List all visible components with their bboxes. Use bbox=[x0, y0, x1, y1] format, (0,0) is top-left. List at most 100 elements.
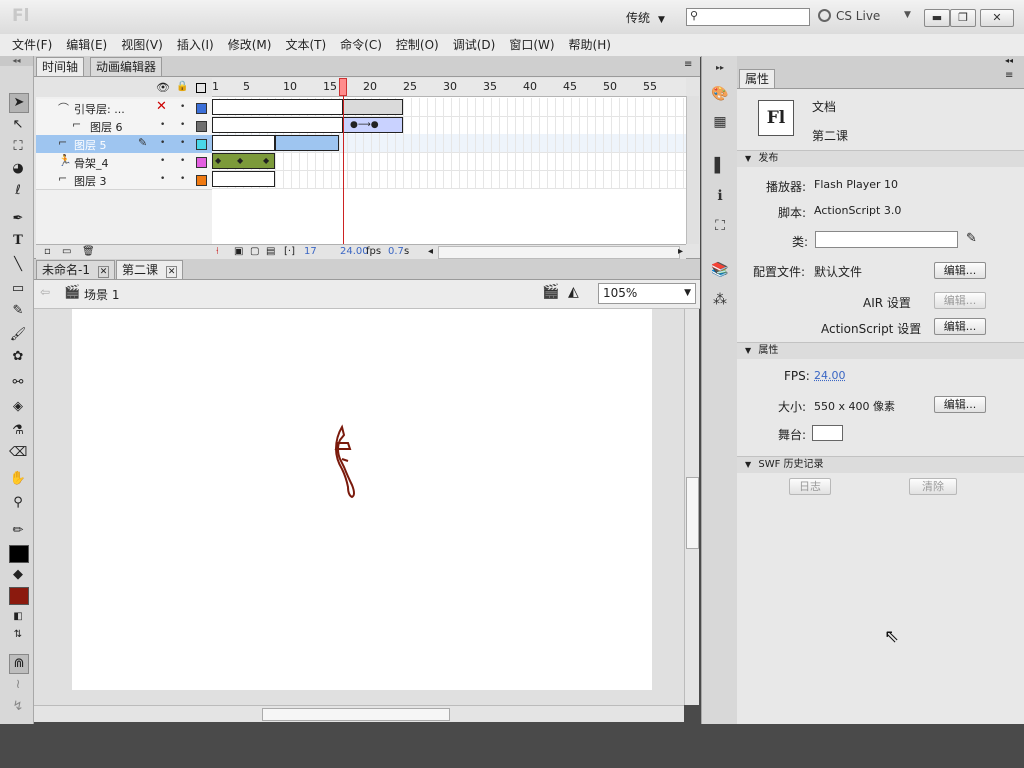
library-panel-icon[interactable]: 📚 bbox=[710, 260, 730, 280]
edit-profile-button[interactable]: 编辑... bbox=[934, 262, 986, 279]
frame-span[interactable] bbox=[212, 171, 275, 187]
menu-debug[interactable]: 调试(D) bbox=[453, 34, 496, 56]
lasso-tool-icon[interactable]: ℓ bbox=[9, 182, 27, 200]
close-icon[interactable]: ✕ bbox=[165, 266, 178, 278]
line-tool-icon[interactable]: ╲ bbox=[9, 256, 27, 274]
stage-color-swatch[interactable] bbox=[812, 425, 843, 441]
smooth-icon[interactable]: ≀ bbox=[9, 676, 27, 694]
stage-horizontal-scrollbar[interactable] bbox=[34, 705, 684, 722]
lock-icon[interactable]: 🔒 bbox=[176, 81, 188, 92]
outline-icon[interactable] bbox=[196, 83, 206, 93]
frame-rate[interactable]: 24.00 bbox=[340, 245, 369, 259]
elapsed-time[interactable]: 0.7 bbox=[388, 245, 404, 259]
close-button[interactable]: ✕ bbox=[980, 9, 1014, 27]
brush-tool-icon[interactable]: 🖌 bbox=[9, 326, 27, 344]
layer-color-swatch[interactable] bbox=[196, 139, 207, 150]
layer-color-swatch[interactable] bbox=[196, 103, 207, 114]
black-white-icon[interactable]: ◧ bbox=[9, 608, 27, 626]
lock-dot[interactable]: • bbox=[180, 120, 185, 130]
transform-panel-icon[interactable]: ⛶ bbox=[710, 216, 730, 236]
menu-file[interactable]: 文件(F) bbox=[12, 34, 52, 56]
edit-scene-icon[interactable]: 🎬 bbox=[542, 284, 559, 300]
back-arrow-icon[interactable]: ⇦ bbox=[40, 285, 50, 299]
edit-size-button[interactable]: 编辑... bbox=[934, 396, 986, 413]
frame-span[interactable] bbox=[212, 99, 343, 115]
scene-name[interactable]: 场景 1 bbox=[84, 286, 119, 303]
stroke-color-swatch[interactable] bbox=[9, 545, 29, 563]
onion-markers-icon[interactable]: [·] bbox=[284, 245, 295, 259]
expand-icon[interactable]: ◂◂ bbox=[1005, 56, 1013, 65]
properties-section-header[interactable]: ▼ 属性 bbox=[737, 342, 1024, 359]
visible-dot[interactable]: • bbox=[160, 138, 165, 148]
eyedropper-tool-icon[interactable]: ⚗ bbox=[9, 422, 27, 440]
lock-dot[interactable]: • bbox=[180, 156, 185, 166]
layer-row[interactable]: ⌐ 图层 3 • • bbox=[36, 171, 212, 190]
menu-help[interactable]: 帮助(H) bbox=[569, 34, 611, 56]
tab-lesson-2[interactable]: 第二课 ✕ bbox=[116, 260, 184, 279]
edit-air-button[interactable]: 编辑... bbox=[934, 292, 986, 309]
menu-commands[interactable]: 命令(C) bbox=[340, 34, 382, 56]
timeline-horizontal-scrollbar[interactable] bbox=[438, 246, 680, 259]
workspace-switcher[interactable]: 传统 ▼ bbox=[626, 9, 665, 26]
eraser-tool-icon[interactable]: ⌫ bbox=[9, 444, 27, 462]
stage[interactable] bbox=[72, 309, 652, 690]
layer-row[interactable]: ⌐ 图层 6 • • bbox=[36, 117, 212, 136]
visible-dot[interactable]: • bbox=[160, 174, 165, 184]
rectangle-tool-icon[interactable]: ▭ bbox=[9, 280, 27, 298]
zoom-select[interactable]: 105% ▼ bbox=[598, 283, 696, 304]
color-panel-icon[interactable]: 🎨 bbox=[710, 84, 730, 104]
onion-skin-icon[interactable]: ▣ bbox=[234, 245, 243, 259]
current-frame[interactable]: 17 bbox=[304, 245, 317, 259]
hand-tool-icon[interactable]: ✋ bbox=[9, 470, 27, 488]
subselection-tool-icon[interactable]: ↖ bbox=[9, 116, 27, 134]
selection-tool-icon[interactable]: ➤ bbox=[9, 93, 29, 113]
eye-icon[interactable]: 👁 bbox=[156, 81, 170, 94]
lock-dot[interactable]: • bbox=[180, 174, 185, 184]
fps-value[interactable]: 24.00 bbox=[814, 369, 846, 382]
snap-magnet-icon[interactable]: ⋒ bbox=[9, 654, 29, 674]
text-tool-icon[interactable]: T bbox=[9, 232, 27, 250]
visible-dot[interactable]: • bbox=[160, 120, 165, 130]
tab-timeline[interactable]: 时间轴 bbox=[36, 57, 85, 76]
layer-row[interactable]: 🏃 骨架_4 • • bbox=[36, 153, 212, 172]
deco-tool-icon[interactable]: ✿ bbox=[9, 348, 27, 366]
frame-span[interactable] bbox=[212, 135, 275, 151]
info-panel-icon[interactable]: ℹ bbox=[710, 186, 730, 206]
pose-span[interactable]: ◆ ◆ ◆ bbox=[212, 153, 275, 169]
align-panel-icon[interactable]: ▌ bbox=[710, 156, 730, 176]
swap-colors-icon[interactable]: ⇅ bbox=[9, 626, 27, 644]
fill-color-swatch[interactable] bbox=[9, 587, 29, 605]
new-layer-icon[interactable]: ▫ bbox=[44, 245, 51, 259]
new-folder-icon[interactable]: ▭ bbox=[62, 245, 71, 259]
close-icon[interactable]: ✕ bbox=[97, 266, 110, 278]
menu-insert[interactable]: 插入(I) bbox=[177, 34, 214, 56]
layer-color-swatch[interactable] bbox=[196, 175, 207, 186]
layer-color-swatch[interactable] bbox=[196, 157, 207, 168]
edit-multiple-icon[interactable]: ▤ bbox=[266, 245, 275, 259]
zoom-tool-icon[interactable]: ⚲ bbox=[9, 494, 27, 512]
minimize-button[interactable]: ▬ bbox=[924, 9, 950, 27]
straighten-icon[interactable]: ↯ bbox=[9, 698, 27, 716]
scroll-left-icon[interactable]: ◂ bbox=[428, 245, 433, 259]
menu-view[interactable]: 视图(V) bbox=[121, 34, 163, 56]
components-panel-icon[interactable]: ⁂ bbox=[710, 290, 730, 310]
swatches-panel-icon[interactable]: ▦ bbox=[710, 112, 730, 132]
pen-tool-icon[interactable]: ✒ bbox=[9, 210, 27, 228]
layer-row[interactable]: ⌒ 引导层: ... ✕ • bbox=[36, 99, 212, 118]
expand-icon[interactable]: ▸▸ bbox=[710, 58, 730, 78]
menu-modify[interactable]: 修改(M) bbox=[228, 34, 272, 56]
tab-untitled-1[interactable]: 未命名-1 ✕ bbox=[36, 260, 116, 279]
frame-ruler[interactable]: 1 5 10 15 20 25 30 35 40 45 50 55 bbox=[212, 78, 686, 97]
panel-menu-icon[interactable]: ≡ bbox=[1005, 70, 1013, 81]
timeline-vertical-scrollbar[interactable] bbox=[686, 96, 699, 244]
collapse-icon[interactable]: ◂◂ bbox=[0, 56, 33, 66]
help-search-input[interactable]: ⚲ bbox=[686, 8, 810, 26]
menu-window[interactable]: 窗口(W) bbox=[509, 34, 554, 56]
tab-properties[interactable]: 属性 bbox=[739, 69, 776, 88]
panel-menu-icon[interactable]: ≡ bbox=[684, 59, 692, 70]
paint-bucket-tool-icon[interactable]: ◈ bbox=[9, 398, 27, 416]
menu-edit[interactable]: 编辑(E) bbox=[66, 34, 107, 56]
playhead[interactable] bbox=[339, 78, 347, 96]
log-button[interactable]: 日志 bbox=[789, 478, 831, 495]
stroke-color-icon[interactable]: ✏ bbox=[9, 522, 27, 540]
